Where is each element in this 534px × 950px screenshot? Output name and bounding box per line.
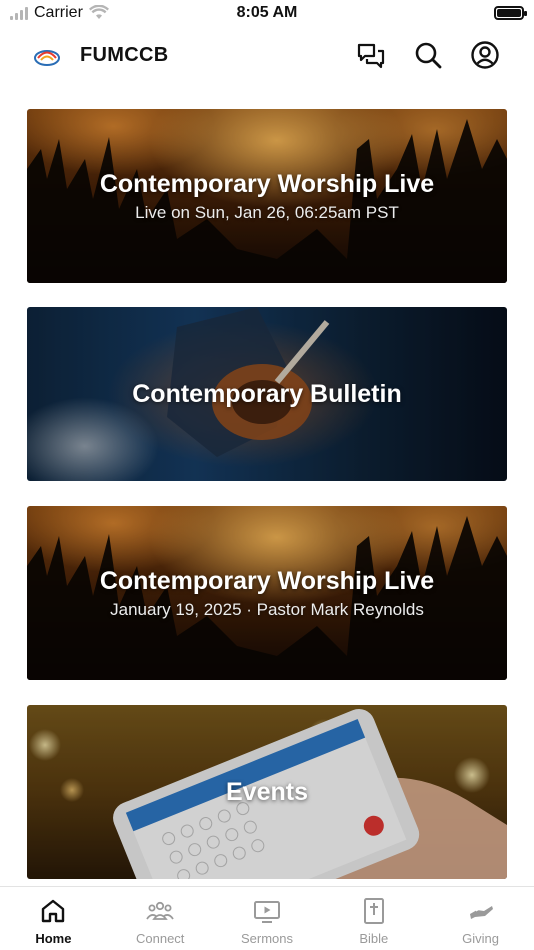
home-icon bbox=[42, 899, 65, 923]
card-text: Contemporary Worship Live January 19, 20… bbox=[27, 506, 507, 680]
app-header: FUMCCB bbox=[0, 34, 534, 78]
search-icon[interactable] bbox=[413, 40, 443, 70]
status-bar: Carrier 8:05 AM bbox=[0, 0, 534, 28]
tab-label: Home bbox=[35, 931, 72, 946]
tab-label: Sermons bbox=[240, 931, 293, 946]
tab-label: Giving bbox=[462, 931, 500, 946]
tab-home[interactable]: Home bbox=[0, 887, 107, 950]
tab-label: Bible bbox=[359, 931, 389, 946]
card-text: Contemporary Bulletin bbox=[27, 307, 507, 481]
bible-icon bbox=[363, 898, 384, 924]
tab-bible[interactable]: Bible bbox=[320, 887, 427, 950]
status-time: 8:05 AM bbox=[236, 4, 298, 21]
tab-label: Connect bbox=[135, 931, 185, 946]
people-icon bbox=[146, 901, 174, 920]
tab-connect[interactable]: Connect bbox=[107, 887, 214, 950]
tab-giving[interactable]: Giving bbox=[427, 887, 534, 950]
church-logo-icon[interactable] bbox=[34, 43, 60, 69]
card-title: Events bbox=[226, 777, 308, 806]
card-worship-live[interactable]: Contemporary Worship Live Live on Sun, J… bbox=[27, 109, 507, 283]
bottom-tab-bar: Home Connect Sermons Bible Giving bbox=[0, 886, 534, 950]
tv-icon bbox=[253, 901, 280, 923]
giving-icon bbox=[469, 906, 493, 919]
card-text: Events bbox=[27, 705, 507, 879]
card-worship-sermon[interactable]: Contemporary Worship Live January 19, 20… bbox=[27, 506, 507, 680]
card-subtitle: January 19, 2025 · Pastor Mark Reynolds bbox=[110, 599, 424, 619]
card-subtitle: Live on Sun, Jan 26, 06:25am PST bbox=[135, 202, 399, 222]
app-title: FUMCCB bbox=[80, 44, 169, 66]
card-bulletin[interactable]: Contemporary Bulletin bbox=[27, 307, 507, 481]
account-icon[interactable] bbox=[470, 40, 500, 70]
card-title: Contemporary Worship Live bbox=[99, 566, 435, 595]
battery-icon bbox=[494, 6, 527, 20]
card-title: Contemporary Bulletin bbox=[132, 379, 402, 408]
card-events[interactable]: Events bbox=[27, 705, 507, 879]
card-text: Contemporary Worship Live Live on Sun, J… bbox=[27, 109, 507, 283]
tab-sermons[interactable]: Sermons bbox=[214, 887, 321, 950]
card-title: Contemporary Worship Live bbox=[99, 169, 435, 198]
chat-icon[interactable] bbox=[356, 40, 386, 70]
